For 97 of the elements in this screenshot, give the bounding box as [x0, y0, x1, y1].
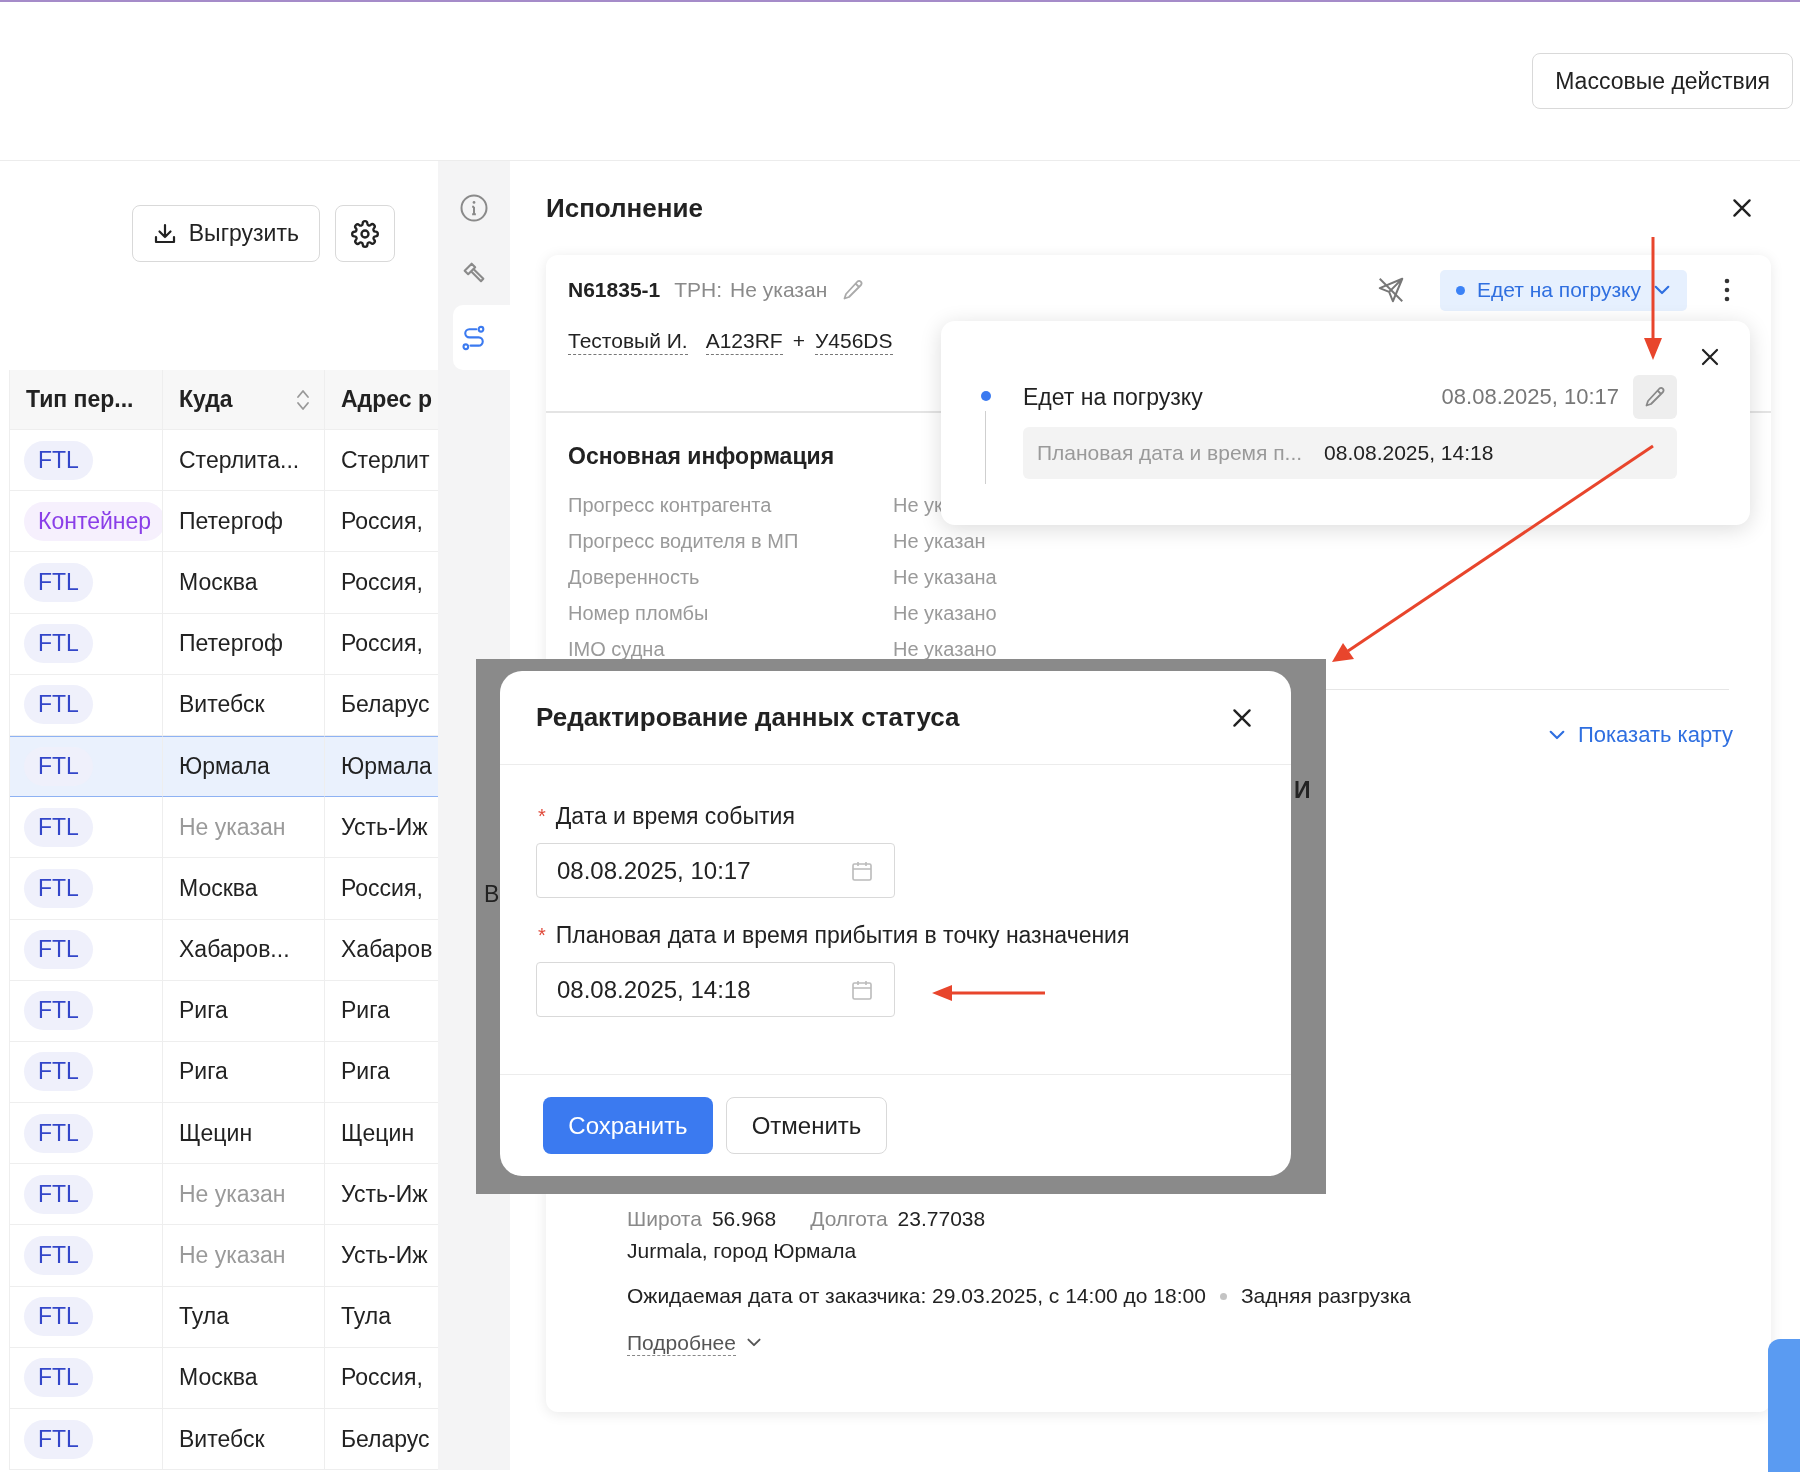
table-cell: Стерлита...	[163, 430, 325, 492]
table-cell: Тула	[163, 1286, 325, 1348]
cancel-button[interactable]: Отменить	[726, 1097, 887, 1154]
field-label: Прогресс водителя в МП	[568, 529, 800, 553]
field-value: 56.968	[711, 1207, 777, 1231]
table-cell: Щецин	[163, 1103, 325, 1165]
crossed-plane-icon[interactable]	[1376, 275, 1406, 305]
chevron-icon	[745, 1338, 762, 1348]
transport-type-tag: FTL	[24, 624, 93, 664]
table-cell: Не указан	[163, 1225, 325, 1287]
table-cell: Петергоф	[163, 491, 325, 553]
table-cell: Витебск	[163, 674, 325, 736]
table-cell: Москва	[163, 552, 325, 614]
status-time: 08.08.2025, 10:17	[1441, 384, 1619, 410]
date-field[interactable]: 08.08.2025, 10:17	[536, 843, 895, 898]
status-title: Едет на погрузку	[1023, 383, 1203, 411]
field-value: Не указано	[893, 601, 997, 625]
transport-type-tag: FTL	[24, 685, 93, 725]
text-fragment: В	[484, 881, 500, 908]
edit-button[interactable]	[1633, 375, 1677, 419]
timeline-dot	[981, 391, 991, 401]
pencil-icon	[1643, 385, 1667, 409]
expected-date-text: Ожидаемая дата от заказчика: 29.03.2025, с 14:00 до 18:00	[627, 1284, 1206, 1308]
chevron-icon	[1653, 284, 1671, 296]
chevron-icon	[1547, 729, 1566, 741]
table-cell: Москва	[163, 1347, 325, 1409]
trailer-link[interactable]: У456DS	[814, 327, 893, 355]
transport-type-tag: FTL	[24, 991, 93, 1031]
table-cell: Юрмала	[163, 735, 325, 798]
field-label: Широта	[627, 1207, 702, 1231]
field-label: Номер пломбы	[568, 601, 710, 625]
field-label: Дата и время события	[555, 802, 795, 830]
truck-link[interactable]: A123RF	[705, 327, 783, 355]
transport-type-tag: FTL	[24, 440, 93, 480]
column-header[interactable]: Адрес р	[325, 370, 438, 430]
table-cell: Рига	[163, 980, 325, 1042]
field-value: Не указан	[893, 529, 986, 553]
trn-value: Не указан	[730, 278, 828, 302]
table-cell: Петергоф	[163, 613, 325, 675]
date-field[interactable]: 08.08.2025, 14:18	[536, 962, 895, 1017]
unloading-text: Задняя разгрузка	[1240, 1284, 1411, 1308]
field-value: Не указано	[893, 637, 997, 661]
download-icon	[152, 221, 177, 246]
settings-icon	[351, 219, 379, 248]
transport-type-tag: FTL	[24, 807, 93, 847]
table-cell: Рига	[163, 1041, 325, 1104]
field-value: 23.77038	[897, 1207, 986, 1231]
field-value: 08.08.2025, 14:18	[1324, 441, 1494, 465]
field-label: Плановая дата и время п...	[1037, 441, 1303, 465]
trn-label: ТРН:	[674, 278, 723, 302]
table-cell: Юрмала	[325, 735, 438, 798]
field-label: IMO судна	[568, 637, 666, 661]
section-title: Основная информация	[568, 442, 835, 471]
sort-icon[interactable]	[296, 387, 310, 412]
field-label: Прогресс контрагента	[568, 493, 773, 517]
transport-type-tag: FTL	[24, 1236, 93, 1276]
table-cell: Витебск	[163, 1409, 325, 1470]
plus-sign: +	[792, 329, 805, 353]
bullet-dot	[1219, 1292, 1227, 1300]
transport-type-tag: Контейнер	[24, 501, 162, 541]
field-label: Доверенность	[568, 565, 701, 589]
table-cell: Москва	[163, 858, 325, 920]
transport-type-tag: FTL	[24, 1113, 93, 1153]
table-cell: Не указан	[163, 797, 325, 859]
transport-type-tag: FTL	[24, 1358, 93, 1398]
field-label: Плановая дата и время прибытия в точку назначения	[555, 921, 1130, 949]
address-text: Jurmala, город Юрмала	[627, 1239, 857, 1263]
transport-type-tag: FTL	[24, 747, 93, 787]
details-link[interactable]: Подробнее	[627, 1330, 736, 1356]
column-header[interactable]: Тип пер...	[10, 370, 163, 430]
dialog-title: Редактирование данных статуса	[536, 702, 960, 733]
table-cell: Не указан	[163, 1164, 325, 1226]
driver-link[interactable]: Тестовый И.	[568, 327, 688, 355]
order-number: N61835-1	[568, 278, 661, 302]
info-icon[interactable]	[459, 192, 489, 223]
show-map-link[interactable]: Показать карту	[1547, 722, 1733, 748]
transport-type-tag: FTL	[24, 1297, 93, 1337]
settings-button[interactable]	[335, 205, 395, 262]
column-header[interactable]: Куда	[163, 370, 325, 430]
required-mark: *	[538, 923, 546, 947]
transport-type-tag: FTL	[24, 1174, 93, 1214]
table-cell: Хабаров...	[163, 919, 325, 981]
transport-type-tag: FTL	[24, 868, 93, 908]
transport-type-tag: FTL	[24, 1052, 93, 1092]
transport-type-tag: FTL	[24, 930, 93, 970]
text-fragment: И	[1294, 777, 1311, 804]
kebab-menu-icon[interactable]	[1723, 277, 1731, 303]
field-value: Не указана	[893, 565, 997, 589]
transport-type-tag: FTL	[24, 562, 93, 602]
export-button[interactable]: Выгрузить	[131, 205, 320, 262]
required-mark: *	[538, 804, 546, 828]
save-button[interactable]: Сохранить	[543, 1097, 713, 1154]
status-dropdown[interactable]: Едет на погрузку	[1440, 269, 1687, 311]
transport-type-tag: FTL	[24, 1419, 93, 1459]
bulk-actions-button[interactable]: Массовые действия	[1532, 53, 1793, 109]
field-label: Долгота	[810, 1207, 888, 1231]
panel-title: Исполнение	[546, 192, 703, 224]
